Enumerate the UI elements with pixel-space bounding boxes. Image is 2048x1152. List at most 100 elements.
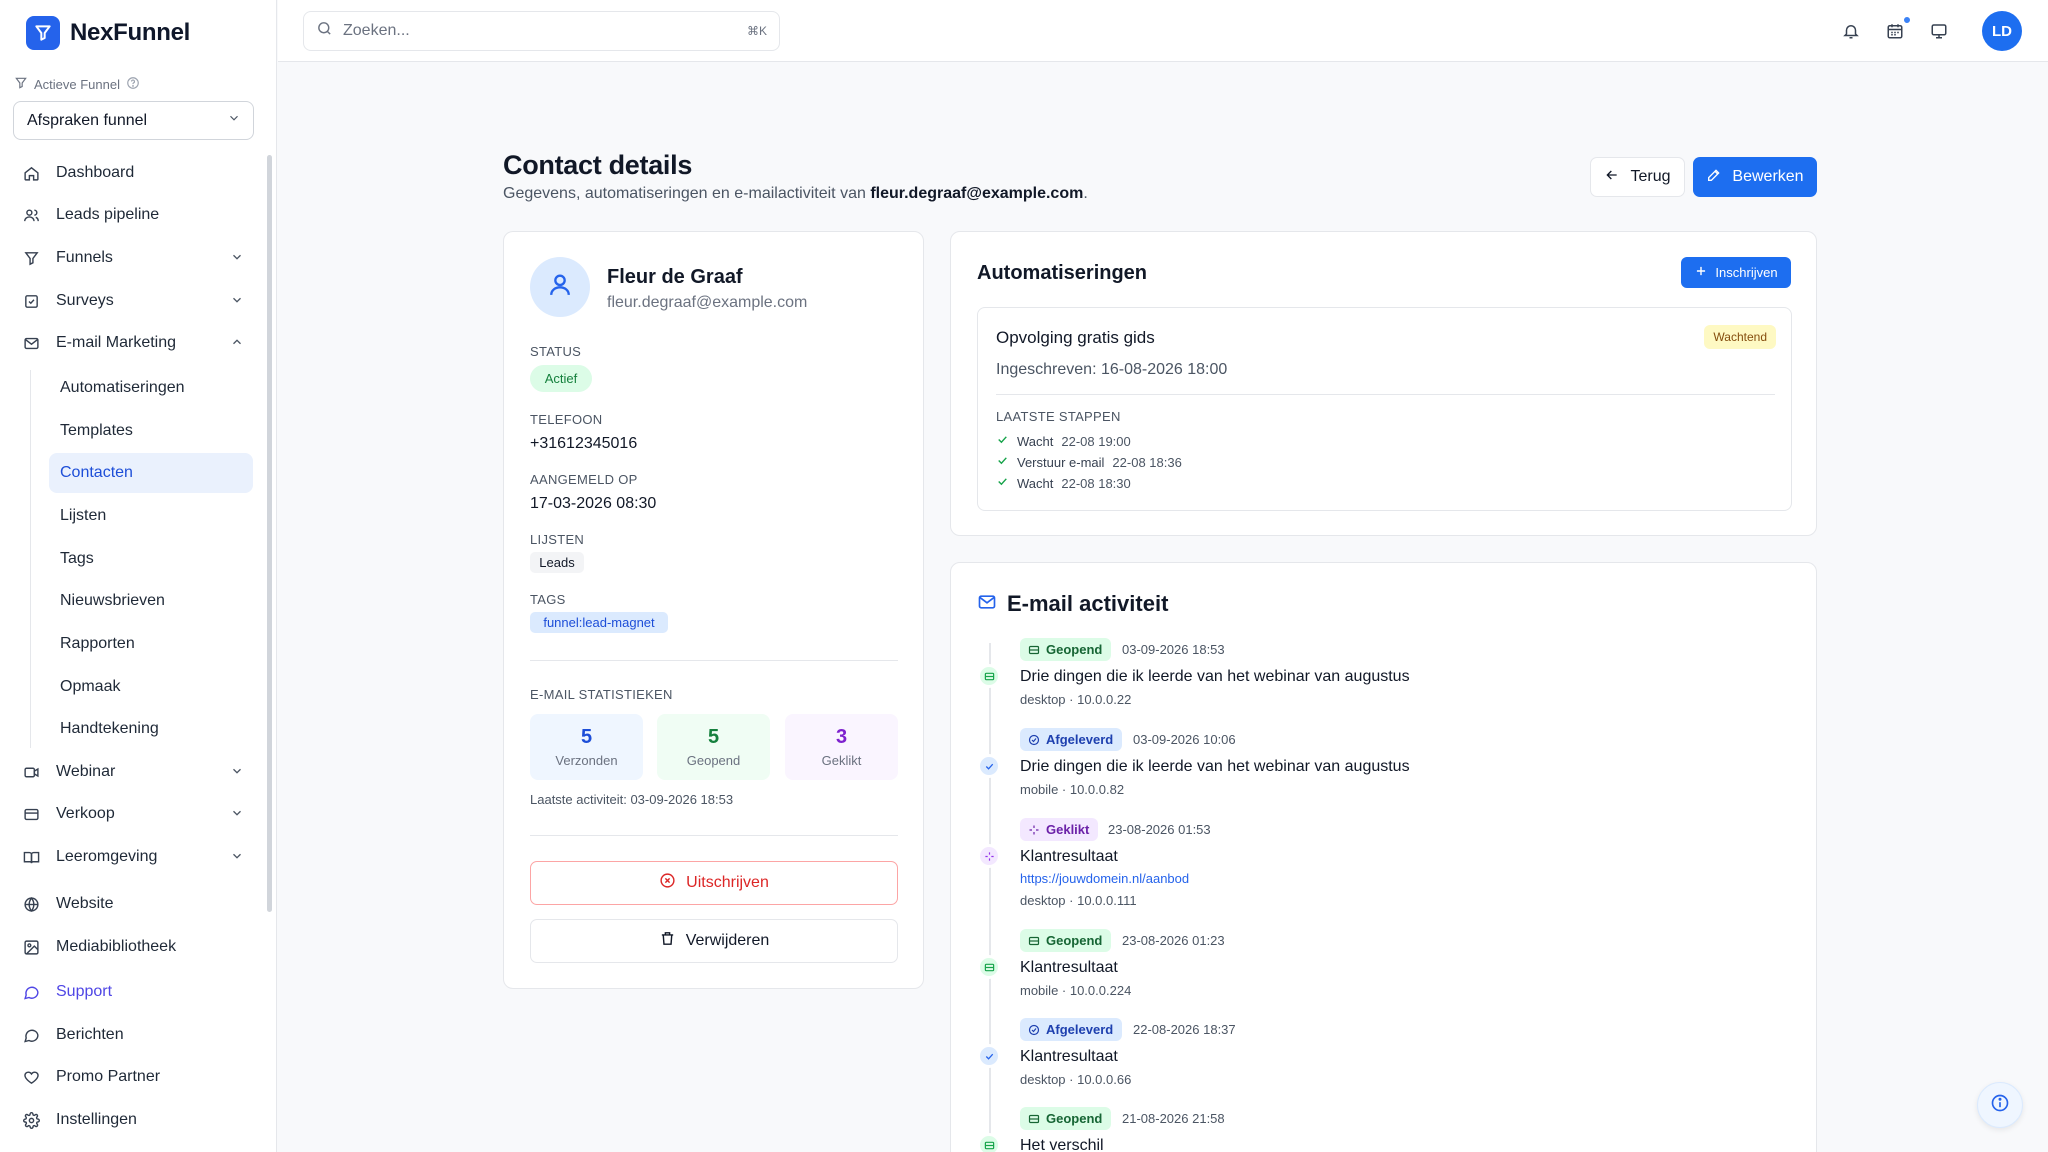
search-shortcut: ⌘K <box>746 24 767 38</box>
sidebar-item-label: Verkoop <box>56 805 115 822</box>
sidebar-sub-nieuwsbrieven[interactable]: Nieuwsbrieven <box>49 581 253 621</box>
calendar-icon[interactable] <box>1884 15 1912 42</box>
check-icon <box>977 754 1001 778</box>
sidebar-item-surveys[interactable]: Surveys <box>22 282 252 320</box>
sidebar-item-label: Promo Partner <box>56 1068 161 1085</box>
event-type: Geopend <box>1046 933 1103 948</box>
mail-open-icon <box>977 955 1001 979</box>
event-subject: Drie dingen die ik leerde van het webina… <box>1020 758 1410 775</box>
check-circle-icon <box>1028 1024 1040 1035</box>
info-fab[interactable] <box>1977 1082 2023 1128</box>
chat-icon <box>22 983 40 1001</box>
event-meta: desktop · 10.0.0.66 <box>1020 1072 1132 1087</box>
sidebar-item-instellingen[interactable]: Instellingen <box>22 1101 252 1139</box>
active-funnel-select[interactable]: Afspraken funnel <box>13 101 254 140</box>
funnel-small-icon <box>14 76 28 93</box>
video-icon <box>22 763 40 781</box>
sidebar-item-mediabibliotheek[interactable]: Mediabibliotheek <box>22 928 252 966</box>
arrow-left-icon <box>1604 167 1620 188</box>
plus-icon <box>1694 264 1708 281</box>
stat-opened-label: Geopend <box>686 753 741 768</box>
sidebar-item-label: Support <box>56 983 113 1000</box>
bell-icon[interactable] <box>1840 20 1862 42</box>
event-link[interactable]: https://jouwdomein.nl/aanbod <box>1020 871 1189 886</box>
topbar-actions: LD <box>1840 11 2022 51</box>
stat-opened: 5 Geopend <box>657 714 770 780</box>
sidebar-item-website[interactable]: Website <box>22 885 252 923</box>
page-title: Contact details <box>503 150 693 180</box>
status-badge: Actief <box>530 365 592 392</box>
edit-button[interactable]: Bewerken <box>1693 157 1817 197</box>
heart-icon <box>22 1068 40 1086</box>
sidebar-item-webinar[interactable]: Webinar <box>22 753 252 791</box>
sidebar-sub-tags[interactable]: Tags <box>49 539 253 579</box>
sparkle-icon <box>977 844 1001 868</box>
gear-icon <box>22 1111 40 1129</box>
event-date: 21-08-2026 21:58 <box>1122 1111 1225 1126</box>
user-avatar[interactable]: LD <box>1982 11 2022 51</box>
sidebar-item-label: Mediabibliotheek <box>56 938 177 955</box>
sidebar-item-funnels[interactable]: Funnels <box>22 239 252 277</box>
stat-clicked: 3 Geklikt <box>785 714 898 780</box>
help-icon[interactable] <box>126 76 140 93</box>
phone-label: TELEFOON <box>530 412 603 427</box>
sidebar-sub-opmaak[interactable]: Opmaak <box>49 667 253 707</box>
sidebar-item-promo-partner[interactable]: Promo Partner <box>22 1058 252 1096</box>
unsubscribe-button[interactable]: Uitschrijven <box>530 861 898 905</box>
stat-clicked-label: Geklikt <box>821 753 862 768</box>
sidebar-item-label: Leeromgeving <box>56 848 158 865</box>
sidebar-item-leeromgeving[interactable]: Leeromgeving <box>22 838 252 876</box>
brand[interactable]: NexFunnel <box>26 16 190 50</box>
funnel-icon <box>22 249 40 267</box>
event-badge: Geklikt <box>1020 818 1099 841</box>
chevron-down-icon <box>230 764 244 783</box>
sidebar-item-leads-pipeline[interactable]: Leads pipeline <box>22 196 252 234</box>
checkbox-icon <box>22 292 40 310</box>
sidebar-sub-templates[interactable]: Templates <box>49 411 253 451</box>
sidebar-item-berichten[interactable]: Berichten <box>22 1016 252 1054</box>
brand-logo-icon <box>26 16 60 50</box>
image-icon <box>22 938 40 956</box>
sidebar-sub-contacten[interactable]: Contacten <box>49 453 253 493</box>
pencil-icon <box>1706 167 1722 188</box>
event-badge: Afgeleverd <box>1020 728 1123 751</box>
event-type: Afgeleverd <box>1046 1022 1114 1037</box>
email-activity-card: E-mail activiteit Geopend 03-09-2026 18:… <box>950 562 1817 1152</box>
event-subject: Drie dingen die ik leerde van het webina… <box>1020 668 1410 685</box>
list-badge: Leads <box>530 552 584 573</box>
brand-name: NexFunnel <box>70 19 190 46</box>
back-button[interactable]: Terug <box>1590 157 1685 197</box>
automation-item[interactable]: Opvolging gratis gids Wachtend Ingeschre… <box>977 307 1792 511</box>
divider <box>530 835 898 836</box>
sidebar-sub-lijsten[interactable]: Lijsten <box>49 496 253 536</box>
event-badge: Geopend <box>1020 638 1112 661</box>
mail-open-icon <box>977 664 1001 688</box>
subtitle-email: fleur.degraaf@example.com <box>870 185 1084 202</box>
card-icon <box>22 805 40 823</box>
sidebar: NexFunnel Actieve Funnel Afspraken funne… <box>0 0 277 1152</box>
search-input[interactable] <box>343 22 737 40</box>
delete-button[interactable]: Verwijderen <box>530 919 898 963</box>
sidebar-item-dashboard[interactable]: Dashboard <box>22 154 252 192</box>
sidebar-item-email-marketing[interactable]: E-mail Marketing <box>22 324 252 362</box>
status-label: STATUS <box>530 344 582 359</box>
back-label: Terug <box>1630 168 1671 185</box>
email-activity-header: E-mail activiteit <box>977 591 1168 617</box>
book-icon <box>22 848 40 866</box>
sidebar-item-support[interactable]: Support <box>22 973 252 1011</box>
sidebar-sub-automatiseringen[interactable]: Automatiseringen <box>49 368 253 408</box>
monitor-icon[interactable] <box>1928 20 1950 42</box>
sidebar-sub-rapporten[interactable]: Rapporten <box>49 624 253 664</box>
circle-x-icon <box>659 872 676 894</box>
check-icon <box>996 433 1009 449</box>
automation-title: Opvolging gratis gids <box>996 328 1155 347</box>
sidebar-sub-handtekening[interactable]: Handtekening <box>49 709 253 749</box>
message-icon <box>22 1026 40 1044</box>
sidebar-item-verkoop[interactable]: Verkoop <box>22 795 252 833</box>
sidebar-scrollbar[interactable] <box>267 155 272 912</box>
event-type: Geopend <box>1046 1111 1103 1126</box>
enroll-button[interactable]: Inschrijven <box>1681 257 1791 288</box>
check-icon <box>977 1044 1001 1068</box>
search-box[interactable]: ⌘K <box>303 11 780 51</box>
event-subject: Klantresultaat <box>1020 848 1118 865</box>
